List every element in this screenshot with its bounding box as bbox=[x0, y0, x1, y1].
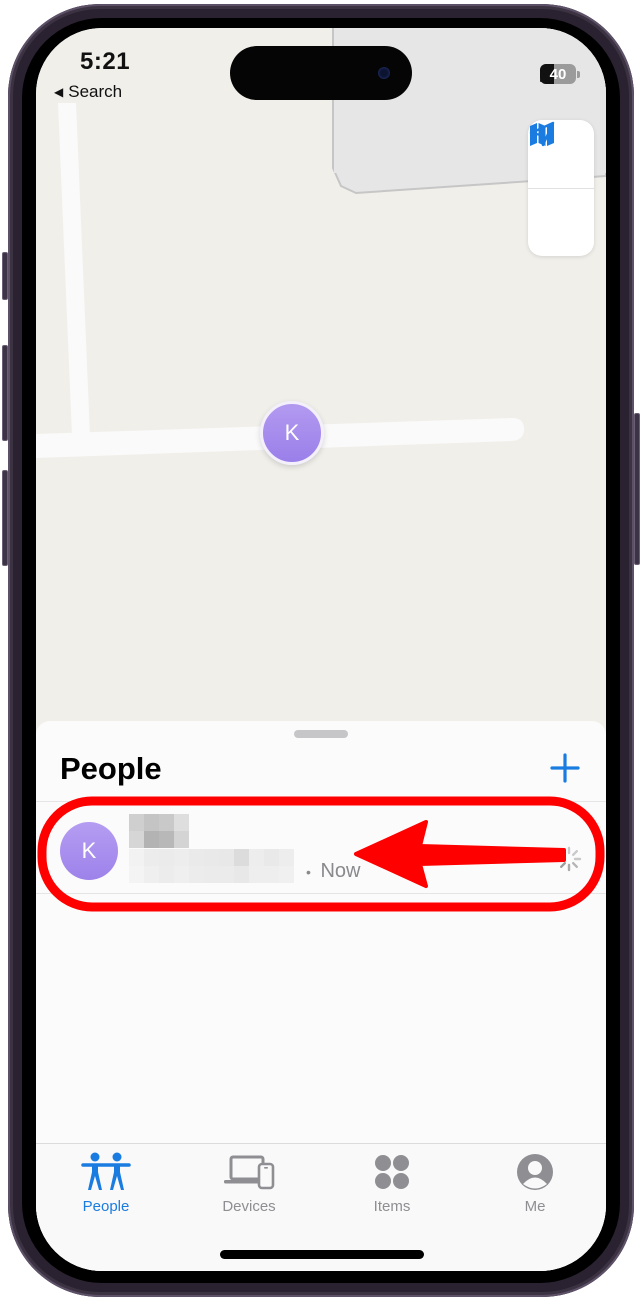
tab-me[interactable]: Me bbox=[475, 1150, 595, 1215]
back-to-search-link[interactable]: ◀ Search bbox=[54, 82, 122, 102]
action-button bbox=[2, 252, 8, 300]
last-seen-time: Now bbox=[320, 860, 361, 882]
tab-devices-label: Devices bbox=[222, 1198, 276, 1215]
front-camera bbox=[378, 67, 390, 79]
person-location-redacted bbox=[129, 849, 294, 883]
person-last-seen: • Now bbox=[306, 860, 360, 883]
battery-icon: 40 bbox=[540, 64, 580, 84]
sheet-title: People bbox=[60, 751, 162, 786]
screen: 5:21 ◀ Search 40 K People K • Now People… bbox=[36, 28, 606, 1271]
current-location-button[interactable] bbox=[528, 121, 594, 256]
home-indicator[interactable] bbox=[220, 1250, 424, 1259]
loading-spinner-icon bbox=[556, 846, 582, 872]
tab-devices[interactable]: Devices bbox=[189, 1150, 309, 1215]
power-button bbox=[634, 413, 640, 565]
person-map-pin[interactable]: K bbox=[260, 401, 324, 465]
avatar-initial: K bbox=[81, 838, 97, 863]
battery-level: 40 bbox=[549, 65, 567, 83]
person-list-item[interactable]: K • Now bbox=[36, 802, 606, 894]
location-arrow-outline-icon bbox=[529, 121, 555, 147]
separator-dot: • bbox=[306, 864, 311, 880]
map-view[interactable]: 5:21 ◀ Search 40 K bbox=[36, 28, 606, 748]
people-icon bbox=[81, 1152, 131, 1190]
devices-icon bbox=[224, 1155, 275, 1190]
tab-items[interactable]: Items bbox=[332, 1150, 452, 1215]
dynamic-island bbox=[230, 46, 412, 100]
person-name-redacted bbox=[129, 814, 189, 848]
tab-items-label: Items bbox=[373, 1198, 411, 1215]
status-indicators: 40 bbox=[540, 64, 580, 84]
status-time: 5:21 bbox=[80, 48, 131, 75]
back-search-label: Search bbox=[68, 82, 123, 101]
map-controls bbox=[528, 120, 594, 256]
plus-icon bbox=[550, 753, 580, 783]
avatar: K bbox=[60, 822, 118, 880]
items-icon bbox=[375, 1155, 409, 1189]
battery-indicator: 40 bbox=[540, 64, 576, 84]
person-circle-icon bbox=[517, 1154, 553, 1190]
tab-people-label: People bbox=[82, 1198, 130, 1215]
volume-down-button bbox=[2, 470, 8, 566]
add-person-button[interactable] bbox=[548, 751, 582, 785]
sheet-grabber[interactable] bbox=[294, 730, 348, 738]
map-pin-initial: K bbox=[284, 420, 300, 445]
map-road-vertical bbox=[58, 103, 90, 436]
map-roads bbox=[36, 28, 606, 458]
tab-people[interactable]: People bbox=[46, 1150, 166, 1215]
row-divider bbox=[36, 893, 606, 894]
location-arrow-icon bbox=[38, 30, 54, 46]
volume-up-button bbox=[2, 345, 8, 441]
back-triangle-icon: ◀ bbox=[54, 85, 64, 99]
tab-me-label: Me bbox=[524, 1198, 546, 1215]
battery-nub bbox=[577, 70, 580, 78]
